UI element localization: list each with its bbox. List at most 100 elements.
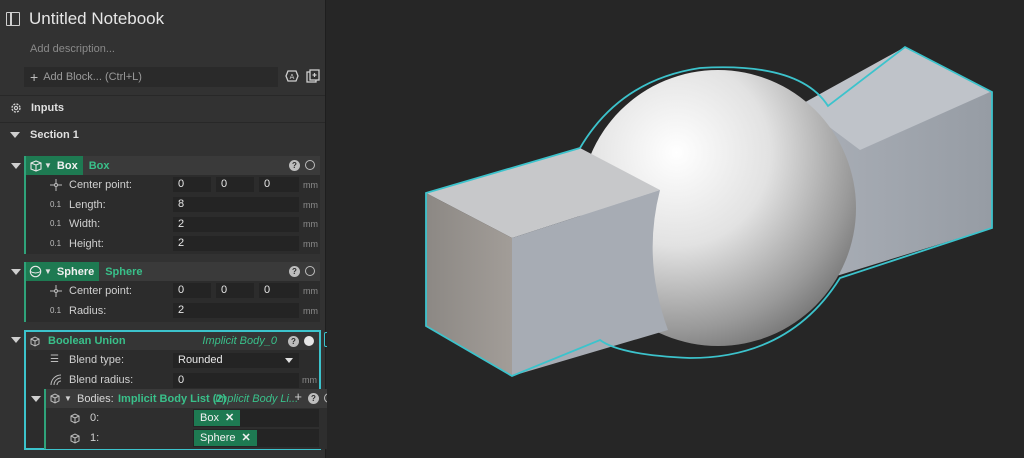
section-label: Section 1	[30, 129, 79, 141]
sphere-block-header: ▼ Sphere Sphere ?	[26, 262, 320, 281]
row-label: Radius:	[69, 304, 107, 317]
union-icon	[70, 413, 80, 424]
bodies-type: Implicit Body List (2)	[118, 392, 227, 405]
dimension-icon: 0.1	[50, 219, 62, 229]
center-z-field[interactable]: 0	[259, 177, 299, 193]
bodies-list-block: ▼ Bodies: Implicit Body List (2) Implici…	[44, 389, 339, 449]
help-icon[interactable]: ?	[288, 336, 299, 347]
blend-radius-field[interactable]: 0	[173, 372, 299, 388]
sphere-block-name[interactable]: Sphere	[105, 266, 142, 278]
blend-radius-row: Blend radius: 0 mm	[26, 370, 319, 390]
box-length-row: 0.1 Length: 8 mm	[26, 195, 320, 215]
box-chip-label: Box	[56, 159, 78, 172]
visibility-toggle[interactable]	[305, 266, 315, 276]
unit-label: mm	[302, 375, 317, 385]
union-block-name[interactable]: Boolean Union	[48, 335, 126, 347]
blend-type-select[interactable]: Rounded	[173, 352, 299, 368]
row-label: Height:	[69, 237, 104, 250]
dimension-icon: 0.1	[50, 305, 62, 315]
box-block: ▼ Box Box ? Center point: 0 0 0 mm 0.1 L…	[24, 156, 320, 254]
height-field[interactable]: 2	[173, 236, 299, 252]
chevron-down-icon: ▼	[44, 161, 52, 170]
center-x-field[interactable]: 0	[173, 177, 211, 193]
bodies-header: ▼ Bodies: Implicit Body List (2) Implici…	[46, 389, 339, 408]
ai-assist-icon[interactable]: A	[285, 69, 299, 83]
add-block-placeholder: Add Block... (Ctrl+L)	[43, 71, 142, 83]
add-block-input[interactable]: + Add Block... (Ctrl+L)	[24, 67, 278, 87]
unit-label: mm	[303, 219, 318, 230]
point-icon	[50, 179, 62, 191]
center-z-field[interactable]: 0	[259, 283, 299, 299]
chevron-down-icon[interactable]: ▼	[64, 394, 72, 403]
box-width-row: 0.1 Width: 2 mm	[26, 214, 320, 234]
box-collapse-icon[interactable]	[11, 163, 21, 169]
body-tag-box[interactable]: Box ✕	[194, 410, 241, 426]
3d-viewport[interactable]	[327, 0, 1024, 458]
notebook-icon[interactable]	[6, 12, 20, 26]
tag-label: Sphere	[200, 432, 236, 444]
sphere-radius-row: 0.1 Radius: 2 mm	[26, 301, 320, 321]
section-header[interactable]: Section 1	[10, 129, 79, 141]
sphere-type-chip[interactable]: ▼ Sphere	[26, 262, 100, 281]
description-field[interactable]: Add description...	[30, 43, 115, 55]
union-icon	[30, 336, 40, 347]
center-x-field[interactable]: 0	[173, 283, 211, 299]
row-label: Width:	[69, 218, 101, 231]
close-icon[interactable]: ✕	[225, 412, 234, 424]
chevron-down-icon	[285, 357, 293, 363]
box-type-chip[interactable]: ▼ Box	[26, 156, 83, 175]
body-tag-sphere[interactable]: Sphere ✕	[194, 430, 257, 446]
model-render[interactable]	[327, 0, 1024, 458]
divider	[0, 95, 325, 96]
item-index: 1:	[90, 432, 100, 444]
list-icon: ☰	[50, 354, 59, 365]
length-field[interactable]: 8	[173, 197, 299, 213]
help-icon[interactable]: ?	[308, 393, 319, 404]
divider	[0, 122, 325, 123]
box-center-row: Center point: 0 0 0 mm	[26, 175, 320, 195]
row-label: Center point:	[69, 178, 132, 191]
row-label: Blend radius:	[69, 374, 134, 386]
width-field[interactable]: 2	[173, 216, 299, 232]
tag-label: Box	[200, 412, 219, 424]
close-icon[interactable]: ✕	[241, 432, 250, 444]
blend-type-value: Rounded	[178, 353, 223, 366]
box-block-name[interactable]: Box	[89, 160, 110, 172]
visibility-toggle[interactable]	[305, 160, 315, 170]
bodies-label: Bodies:	[77, 392, 114, 405]
inputs-label: Inputs	[31, 102, 64, 114]
inputs-row[interactable]: Inputs	[10, 102, 64, 114]
radius-field[interactable]: 2	[173, 303, 299, 319]
row-label: Length:	[69, 198, 106, 211]
point-icon	[50, 285, 62, 297]
center-y-field[interactable]: 0	[216, 177, 254, 193]
plus-icon: +	[30, 69, 39, 85]
svg-text:A: A	[290, 74, 295, 81]
radius-icon	[50, 374, 62, 386]
box-height-row: 0.1 Height: 2 mm	[26, 234, 320, 254]
chevron-down-icon: ▼	[44, 267, 52, 276]
unit-label: mm	[303, 238, 318, 249]
center-y-field[interactable]: 0	[216, 283, 254, 299]
union-collapse-icon[interactable]	[11, 337, 21, 343]
dimension-icon: 0.1	[50, 199, 62, 209]
inputs-gear-icon	[11, 103, 21, 113]
paste-block-icon[interactable]	[306, 69, 320, 83]
bodies-collapse-icon[interactable]	[31, 396, 41, 402]
collapse-icon[interactable]	[10, 132, 20, 138]
union-output-name[interactable]: Implicit Body_0	[202, 335, 277, 347]
blend-type-row: ☰ Blend type: Rounded	[26, 350, 319, 370]
visibility-toggle[interactable]	[304, 336, 314, 346]
help-icon[interactable]: ?	[289, 160, 300, 171]
box-cube-icon	[30, 160, 42, 172]
sphere-icon	[29, 265, 42, 278]
bodies-output-name[interactable]: Implicit Body Li...	[215, 393, 298, 405]
help-icon[interactable]: ?	[289, 266, 300, 277]
plus-icon[interactable]: +	[294, 389, 302, 404]
notebook-title[interactable]: Untitled Notebook	[29, 9, 164, 29]
row-label: Blend type:	[69, 354, 125, 366]
sphere-chip-label: Sphere	[56, 265, 95, 278]
unit-label: mm	[303, 285, 318, 296]
unit-label: mm	[303, 199, 318, 210]
sphere-collapse-icon[interactable]	[11, 269, 21, 275]
